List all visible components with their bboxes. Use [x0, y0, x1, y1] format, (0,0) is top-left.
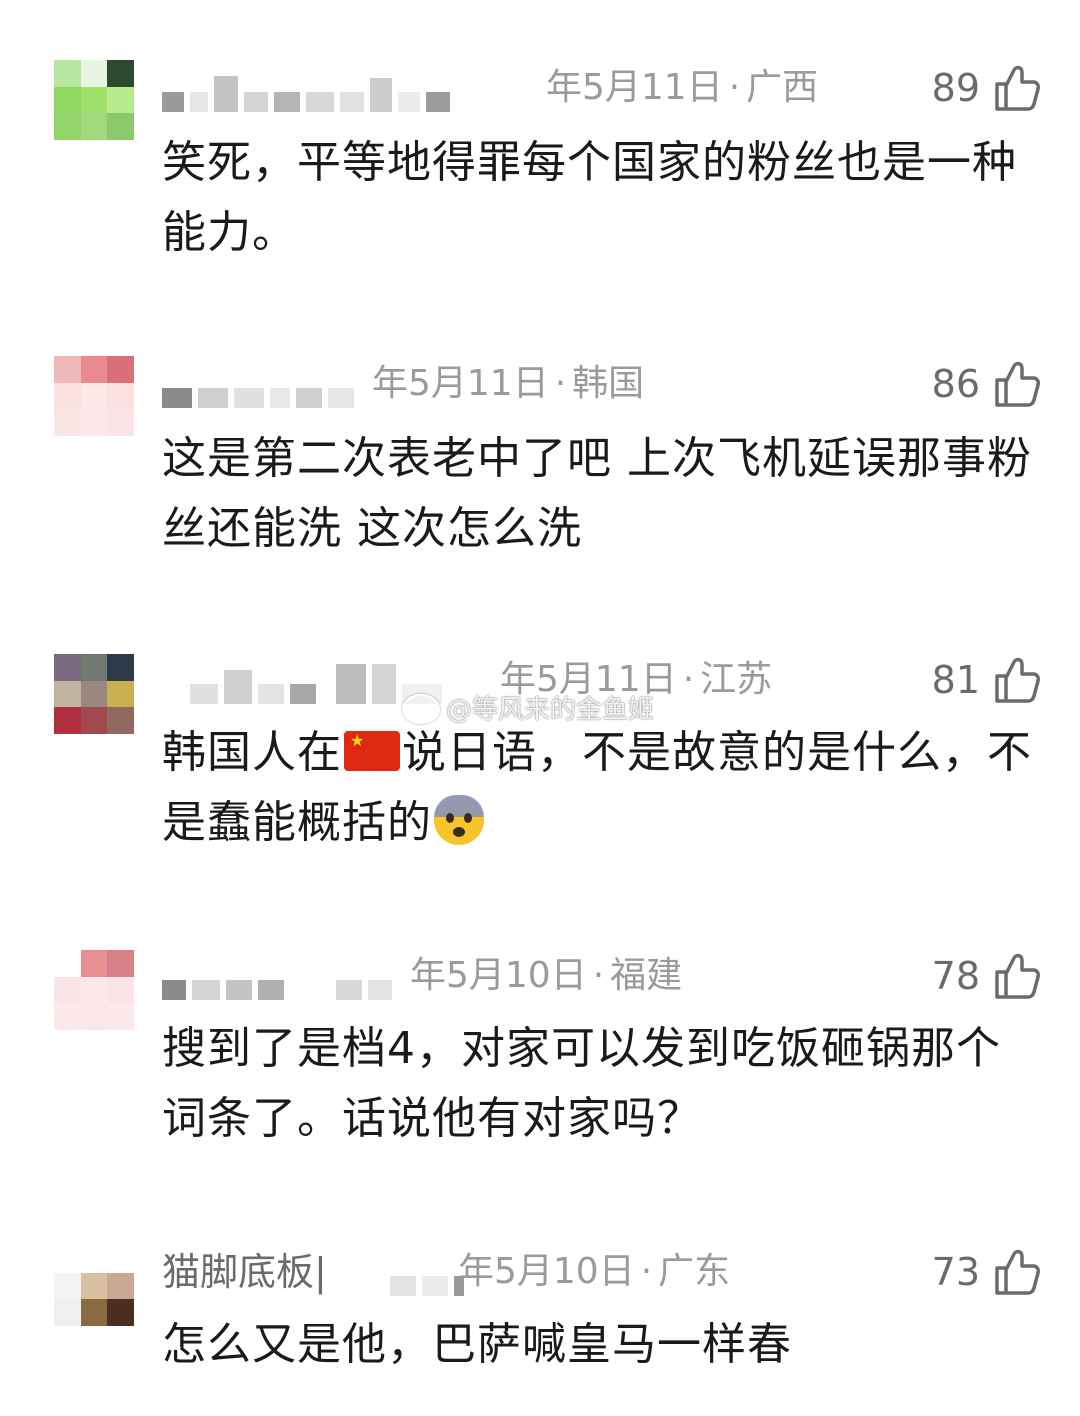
comment-location: 江苏 — [700, 659, 773, 700]
username[interactable]: 猫脚底板| — [162, 1244, 327, 1300]
weibo-logo-icon — [402, 694, 440, 724]
watermark-text: @等风来的金鱼姬 — [446, 695, 655, 725]
comment-text: 这是第二次表老中了吧 上次飞机延误那事粉丝还能洗 这次怎么洗 — [162, 433, 1032, 554]
avatar[interactable] — [54, 356, 134, 436]
like-count: 89 — [931, 66, 980, 110]
like-button[interactable]: 86 — [932, 356, 1040, 412]
china-flag-emoji-icon — [344, 731, 400, 771]
watermark: @等风来的金鱼姬 — [402, 690, 654, 730]
username-blurred[interactable] — [162, 956, 392, 1000]
comment-meta: 年5月10日 · 福建 78 — [162, 948, 1040, 1008]
comment-text: 怎么又是他，巴萨喊皇马一样春 — [162, 1319, 792, 1370]
comment-location: 福建 — [610, 955, 683, 996]
comment-meta: 年5月11日 · 广西 89 — [162, 60, 1040, 120]
username-blurred[interactable] — [162, 68, 450, 112]
like-button[interactable]: 78 — [932, 948, 1040, 1004]
avatar[interactable] — [54, 1246, 134, 1326]
fearful-face-emoji-icon — [434, 795, 484, 845]
avatar[interactable] — [54, 60, 134, 140]
comment-meta-text: 年5月11日 · 广西 — [546, 67, 819, 108]
like-count: 73 — [931, 1250, 980, 1294]
comment-date: 年5月10日 — [458, 1251, 635, 1292]
thumbs-up-icon[interactable] — [994, 1248, 1040, 1296]
comment-meta-text: 年5月10日 · 福建 — [410, 955, 683, 996]
username-blurred[interactable] — [162, 660, 442, 704]
like-count: 86 — [931, 362, 980, 406]
like-button[interactable]: 73 — [932, 1244, 1040, 1300]
like-count: 78 — [931, 954, 980, 998]
thumbs-up-icon[interactable] — [994, 952, 1040, 1000]
comment-meta: 年5月11日 · 韩国 86 — [162, 356, 1040, 416]
username-blurred[interactable] — [358, 1252, 464, 1296]
like-button[interactable]: 89 — [932, 60, 1040, 116]
comment-text: 笑死，平等地得罪每个国家的粉丝也是一种能力。 — [162, 137, 1017, 258]
comment-text-part: 韩国人在 — [162, 727, 342, 778]
avatar[interactable] — [54, 950, 134, 1030]
thumbs-up-icon[interactable] — [994, 64, 1040, 112]
username-blurred[interactable] — [162, 364, 354, 408]
avatar[interactable] — [54, 654, 134, 734]
comment-meta-text: 年5月11日 · 韩国 — [372, 363, 645, 404]
comment-date: 年5月11日 — [546, 67, 723, 108]
thumbs-up-icon[interactable] — [994, 360, 1040, 408]
comment-text: 搜到了是档4，对家可以发到吃饭砸锅那个词条了。话说他有对家吗？ — [162, 1023, 1001, 1144]
comment-location: 广东 — [658, 1251, 731, 1292]
comment-date: 年5月10日 — [410, 955, 587, 996]
comment-location: 韩国 — [572, 363, 645, 404]
comment-meta-text: 年5月10日 · 广东 — [458, 1251, 731, 1292]
comment-location: 广西 — [746, 67, 819, 108]
like-button[interactable]: 81 — [932, 652, 1040, 708]
thumbs-up-icon[interactable] — [994, 656, 1040, 704]
comment-text: 韩国人在说日语，不是故意的是什么，不是蠢能概括的 — [162, 718, 1034, 858]
comment-meta: 猫脚底板| 年5月10日 · 广东 73 — [162, 1244, 1040, 1304]
comment-date: 年5月11日 — [372, 363, 549, 404]
like-count: 81 — [931, 658, 980, 702]
